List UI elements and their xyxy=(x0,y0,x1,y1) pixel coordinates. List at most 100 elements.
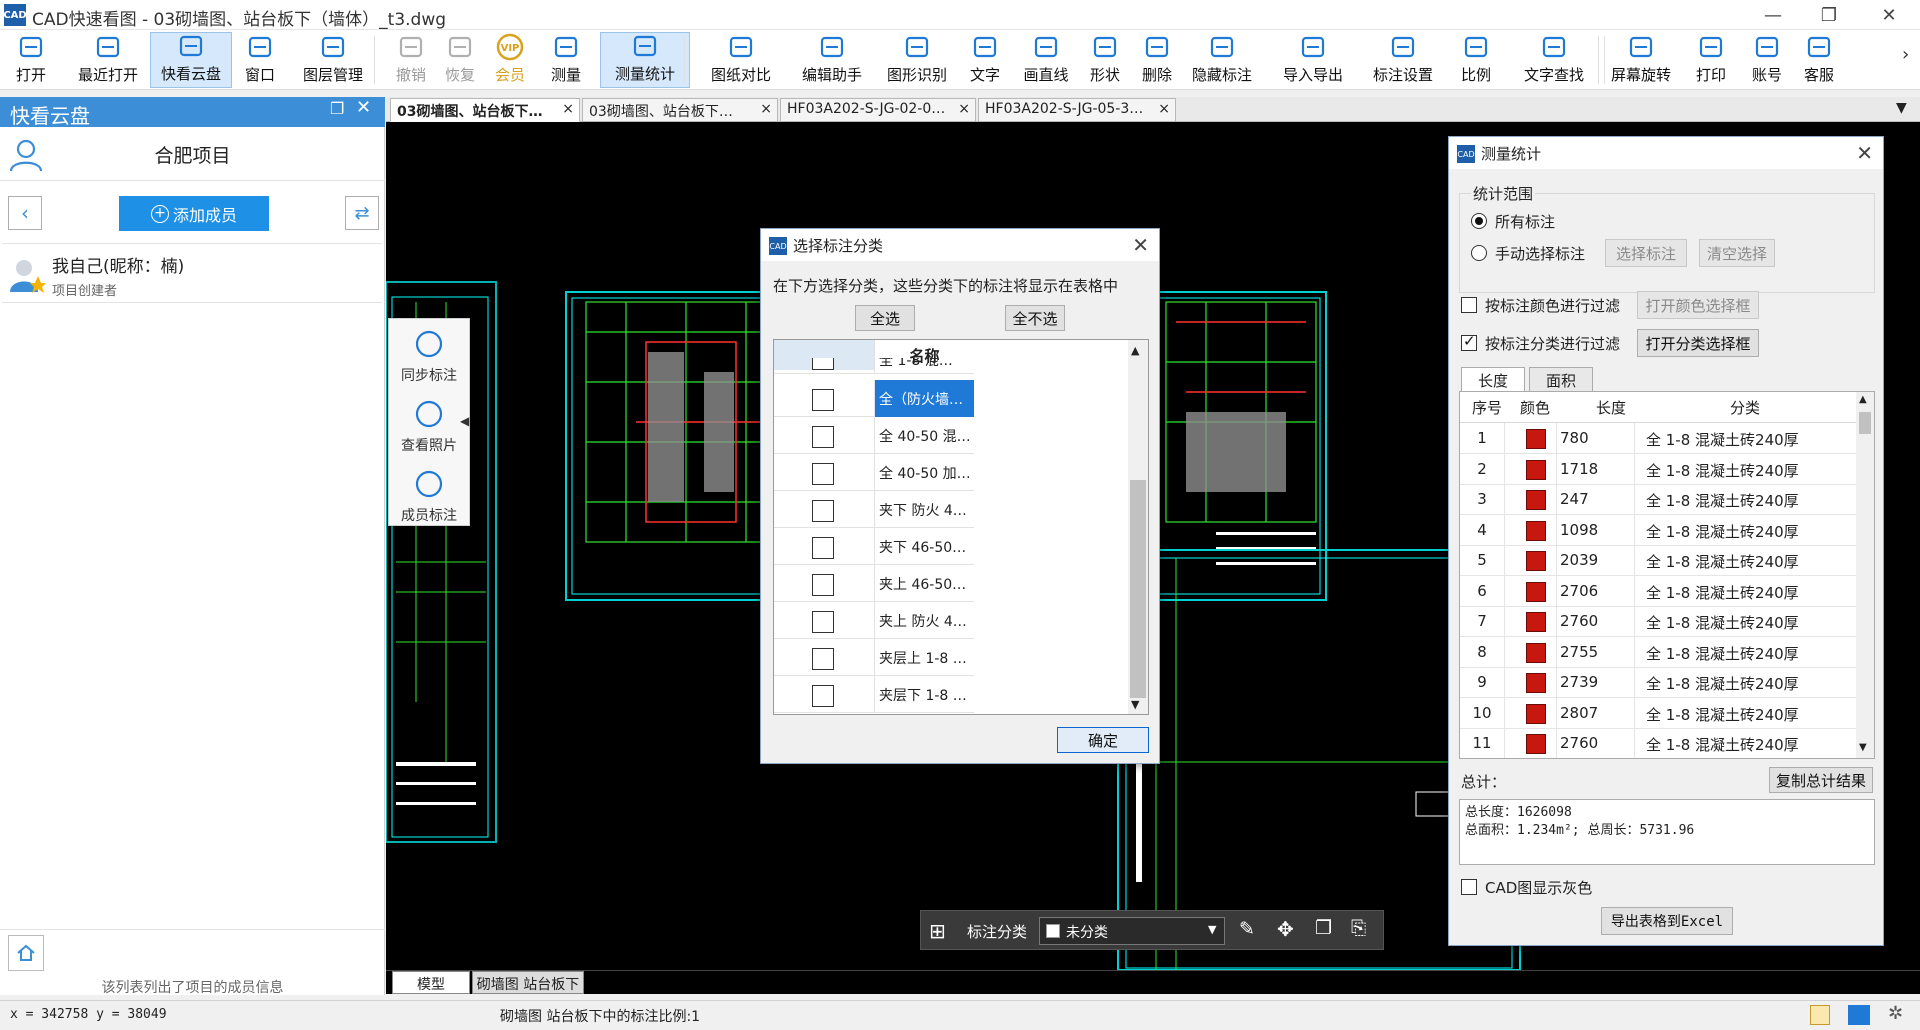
toolbar-edit-assistant-button[interactable]: 编辑助手 xyxy=(790,32,874,88)
stats-row[interactable]: 11 2760 全 1-8 混凝土砖240厚 xyxy=(1460,728,1858,758)
status-screen-icon[interactable] xyxy=(1848,1005,1870,1025)
stats-row[interactable]: 7 2760 全 1-8 混凝土砖240厚 xyxy=(1460,606,1858,637)
toolbar-cloud-button[interactable]: 快看云盘 xyxy=(150,32,232,88)
toolbar-measure-stats-button[interactable]: 测量统计 xyxy=(600,32,690,88)
category-checkbox[interactable] xyxy=(812,358,834,370)
category-checkbox[interactable] xyxy=(812,500,834,522)
toolbar-more-icon[interactable]: › xyxy=(1902,44,1909,65)
status-settings-icon[interactable]: ✲ xyxy=(1888,1003,1903,1024)
filter-category-checkbox[interactable] xyxy=(1461,332,1477,351)
toolbar-rotate-screen-button[interactable]: 屏幕旋转 xyxy=(1600,32,1682,88)
category-checkbox[interactable] xyxy=(812,611,834,633)
category-row[interactable]: 夹下 46-50… xyxy=(774,528,974,565)
category-row[interactable]: 夹上 防火 4… xyxy=(774,602,974,639)
tab-layout[interactable]: 砌墙图 站台板下 xyxy=(472,971,584,994)
stats-row[interactable]: 4 1098 全 1-8 混凝土砖240厚 xyxy=(1460,514,1858,546)
paste-icon[interactable]: ⎘ xyxy=(1351,917,1366,939)
tab-area[interactable]: 面积 xyxy=(1529,367,1593,391)
stats-scrollbar[interactable]: ▲ ▼ xyxy=(1856,392,1874,758)
side-tool-sync[interactable]: 同步标注 xyxy=(389,323,469,389)
stats-row[interactable]: 10 2807 全 1-8 混凝土砖240厚 xyxy=(1460,697,1858,729)
category-row[interactable]: 全 1-8 混… xyxy=(774,358,974,374)
move-icon[interactable]: ✥ xyxy=(1277,917,1294,941)
toolbar-shape-button[interactable]: 形状 xyxy=(1080,32,1130,88)
stats-scroll-down-icon[interactable]: ▼ xyxy=(1859,742,1867,753)
category-checkbox[interactable] xyxy=(812,389,834,411)
grid-icon[interactable]: ⊞ xyxy=(929,919,946,943)
toolbar-printer-button[interactable]: 打印 xyxy=(1684,32,1738,88)
stats-scroll-thumb[interactable] xyxy=(1859,412,1871,434)
category-row[interactable]: 夹层上 1-8 … xyxy=(774,639,974,676)
tab-model[interactable]: 模型 xyxy=(392,971,470,994)
stats-row[interactable]: 8 2755 全 1-8 混凝土砖240厚 xyxy=(1460,636,1858,668)
maximize-button[interactable]: ❐ xyxy=(1806,0,1852,30)
scroll-down-icon[interactable]: ▼ xyxy=(1131,698,1139,711)
scrollbar[interactable]: ▲ ▼ xyxy=(1128,340,1148,714)
tab-document-3[interactable]: HF03A202-S-JG-02-0… × xyxy=(780,98,976,122)
scroll-thumb[interactable] xyxy=(1130,480,1146,698)
tabs-dropdown-icon[interactable]: ▼ xyxy=(1896,100,1907,116)
category-checkbox[interactable] xyxy=(812,537,834,559)
open-category-picker-button[interactable]: 打开分类选择框 xyxy=(1637,329,1759,357)
toolbar-scale-button[interactable]: 比例 xyxy=(1448,32,1504,88)
category-checkbox[interactable] xyxy=(812,574,834,596)
all-annotations-radio[interactable] xyxy=(1471,213,1487,229)
toolbar-shape-recognize-button[interactable]: 图形识别 xyxy=(876,32,958,88)
member-item[interactable]: 我自己(昵称：楠) 项目创建者 xyxy=(2,243,382,303)
close-icon[interactable]: ✕ xyxy=(1132,233,1149,257)
manual-select-radio[interactable] xyxy=(1471,245,1487,261)
category-row[interactable]: 夹上 46-50… xyxy=(774,565,974,602)
add-member-button[interactable]: + 添加成员 xyxy=(119,196,269,231)
clear-selection-button[interactable]: 清空选择 xyxy=(1699,239,1775,267)
home-button[interactable] xyxy=(8,935,44,971)
collapse-arrow-icon[interactable]: ◀ xyxy=(460,414,469,428)
switch-button[interactable]: ⇄ xyxy=(345,196,379,230)
select-none-button[interactable]: 全不选 xyxy=(1005,305,1065,331)
toolbar-annotation-settings-button[interactable]: 标注设置 xyxy=(1364,32,1442,88)
category-checkbox[interactable] xyxy=(812,426,834,448)
stats-row[interactable]: 1 780 全 1-8 混凝土砖240厚 xyxy=(1460,423,1858,454)
minimize-button[interactable]: — xyxy=(1750,0,1796,30)
stats-close-icon[interactable]: ✕ xyxy=(1856,141,1873,165)
toolbar-account-button[interactable]: 账号 xyxy=(1742,32,1792,88)
tab-document-1[interactable]: 03砌墙图、站台板下… × xyxy=(390,98,580,122)
copy-icon[interactable]: ❐ xyxy=(1315,917,1332,939)
toolbar-hide-annotation-button[interactable]: 隐藏标注 xyxy=(1184,32,1260,88)
category-row[interactable]: 全 40-50 加… xyxy=(774,454,974,491)
category-row[interactable]: 全（防火墙… xyxy=(774,380,974,417)
copy-total-button[interactable]: 复制总计结果 xyxy=(1769,767,1873,793)
tab-length[interactable]: 长度 xyxy=(1461,367,1525,391)
back-button[interactable]: ‹ xyxy=(8,196,42,230)
toolbar-vip-button[interactable]: VIP 会员 xyxy=(484,32,536,88)
toolbar-headset-button[interactable]: 客服 xyxy=(1794,32,1844,88)
category-row[interactable]: 夹下 防火 4… xyxy=(774,491,974,528)
toolbar-line-button[interactable]: 画直线 xyxy=(1014,32,1078,88)
toolbar-text-search-button[interactable]: 文字查找 xyxy=(1512,32,1596,88)
toolbar-folder-open-button[interactable]: 打开 xyxy=(4,32,58,88)
close-panel-icon[interactable]: ✕ xyxy=(356,97,371,118)
stats-row[interactable]: 9 2739 全 1-8 混凝土砖240厚 xyxy=(1460,667,1858,698)
stats-row[interactable]: 2 1718 全 1-8 混凝土砖240厚 xyxy=(1460,453,1858,485)
gray-display-checkbox[interactable] xyxy=(1461,879,1477,895)
category-row[interactable]: 全 40-50 混… xyxy=(774,417,974,454)
tab-document-4[interactable]: HF03A202-S-JG-05-3… × xyxy=(978,98,1176,122)
close-window-button[interactable]: ✕ xyxy=(1866,0,1912,30)
toolbar-ruler-button[interactable]: 测量 xyxy=(536,32,596,88)
select-all-button[interactable]: 全选 xyxy=(855,305,915,331)
category-checkbox[interactable] xyxy=(812,685,834,707)
toolbar-redo-button[interactable]: 恢复 xyxy=(436,32,484,88)
category-checkbox[interactable] xyxy=(812,648,834,670)
toolbar-text-button[interactable]: 文字 xyxy=(960,32,1010,88)
open-color-picker-button[interactable]: 打开颜色选择框 xyxy=(1637,291,1759,319)
export-excel-button[interactable]: 导出表格到Excel xyxy=(1601,907,1733,935)
toolbar-eraser-button[interactable]: 删除 xyxy=(1132,32,1182,88)
stats-scroll-up-icon[interactable]: ▲ xyxy=(1859,394,1867,405)
toolbar-window-button[interactable]: 窗口 xyxy=(236,32,284,88)
toolbar-compare-button[interactable]: 图纸对比 xyxy=(696,32,786,88)
stats-row[interactable]: 5 2039 全 1-8 混凝土砖240厚 xyxy=(1460,545,1858,576)
filter-color-checkbox[interactable] xyxy=(1461,297,1477,313)
side-tool-members[interactable]: 成员标注 xyxy=(389,463,469,529)
toolbar-undo-button[interactable]: 撤销 xyxy=(386,32,436,88)
toolbar-layers-button[interactable]: 图层管理 xyxy=(288,32,378,88)
stats-row[interactable]: 3 247 全 1-8 混凝土砖240厚 xyxy=(1460,484,1858,515)
